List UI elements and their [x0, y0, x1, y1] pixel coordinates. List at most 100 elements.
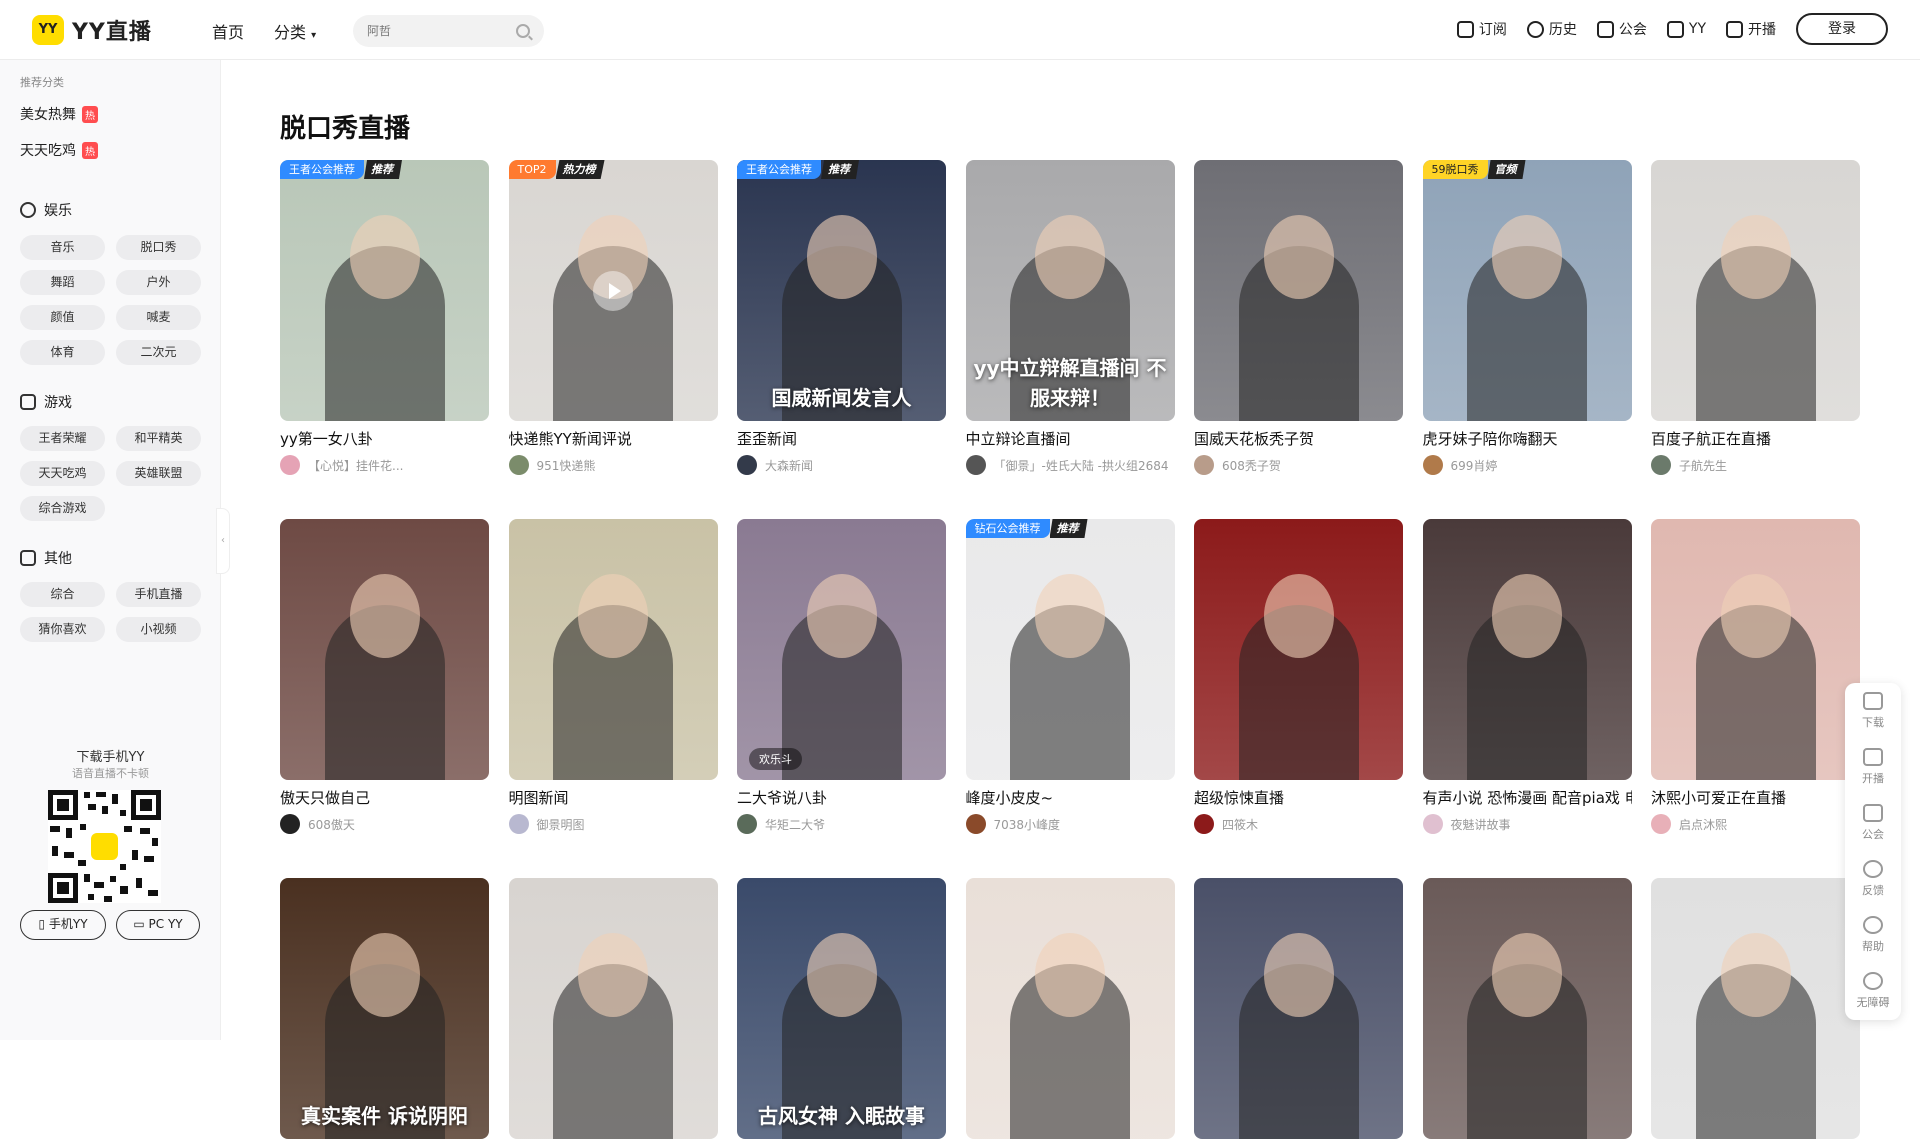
stream-thumbnail[interactable]: TOP2 热力榜 — [508, 160, 718, 421]
room-title[interactable]: 虎牙妹子陪你嗨翻天 — [1423, 428, 1632, 449]
tag-dance[interactable]: 舞蹈 — [20, 270, 105, 295]
live-room-card[interactable]: 真实案件 诉说阴阳 — [280, 878, 489, 1139]
mobile-yy-button[interactable]: ▯ 手机YY — [20, 910, 106, 940]
sidebar-item-pubg[interactable]: 天天吃鸡热 — [20, 140, 98, 160]
live-room-card[interactable]: 欢乐斗二大爷说八卦华矩二大爷 — [737, 519, 946, 834]
tag-lol[interactable]: 英雄联盟 — [116, 461, 201, 486]
anchor-name[interactable]: 「御景」-姓氏大陆 -拱火组2684 — [994, 457, 1169, 474]
anchor-name[interactable]: 608傲天 — [308, 816, 355, 833]
anchor-name[interactable]: 子航先生 — [1679, 457, 1727, 474]
stream-thumbnail[interactable] — [1651, 878, 1860, 1139]
tag-pubg[interactable]: 天天吃鸡 — [20, 461, 105, 486]
tag-mc[interactable]: 喊麦 — [116, 305, 201, 330]
float-guild-button[interactable]: 公会 — [1845, 795, 1901, 851]
room-title[interactable]: 百度子航正在直播 — [1651, 428, 1860, 449]
room-title[interactable]: 歪歪新闻 — [737, 428, 946, 449]
play-icon[interactable] — [593, 270, 633, 311]
search-input[interactable] — [353, 15, 503, 47]
live-room-card[interactable]: 国威天花板秃子贺 608秃子贺 — [1194, 160, 1403, 475]
avatar[interactable] — [737, 455, 757, 475]
tag-all-games[interactable]: 综合游戏 — [20, 496, 105, 521]
live-room-card[interactable]: 古风女神 入眠故事 — [737, 878, 946, 1139]
avatar[interactable] — [1651, 814, 1671, 834]
tag-anime[interactable]: 二次元 — [116, 340, 201, 365]
avatar[interactable] — [280, 814, 300, 834]
live-room-card[interactable]: TOP2 热力榜 快递熊YY新闻评说 951快递熊 — [508, 160, 718, 475]
live-room-card[interactable] — [965, 878, 1175, 1139]
pc-yy-button[interactable]: ▭ PC YY — [116, 910, 200, 940]
stream-thumbnail[interactable] — [1422, 519, 1632, 780]
stream-thumbnail[interactable]: 钻石公会推荐 推荐 — [965, 519, 1175, 780]
avatar[interactable] — [965, 455, 986, 475]
search-icon[interactable] — [516, 24, 530, 38]
float-go-live-button[interactable]: 开播 — [1845, 739, 1901, 795]
tag-short-video[interactable]: 小视频 — [116, 617, 201, 642]
guild-button[interactable]: 公会 — [1596, 19, 1647, 39]
room-title[interactable]: 二大爷说八卦 — [737, 787, 946, 808]
stream-thumbnail[interactable]: 真实案件 诉说阴阳 — [280, 878, 489, 1139]
stream-thumbnail[interactable]: 欢乐斗 — [737, 519, 946, 780]
avatar[interactable] — [1651, 455, 1671, 475]
avatar[interactable] — [508, 814, 529, 834]
sidebar-item-dance[interactable]: 美女热舞热 — [20, 104, 98, 124]
anchor-name[interactable]: 608秃子贺 — [1222, 457, 1281, 474]
room-title[interactable]: 有声小说 恐怖漫画 配音pia戏 电 — [1423, 787, 1632, 808]
feedback-button[interactable]: 反馈 — [1845, 851, 1901, 907]
room-title[interactable]: 明图新闻 — [509, 787, 718, 808]
live-room-card[interactable]: 超级惊悚直播 四筱木 — [1194, 519, 1403, 834]
tag-peace-elite[interactable]: 和平精英 — [116, 426, 201, 451]
tag-mobile-live[interactable]: 手机直播 — [116, 582, 201, 607]
stream-thumbnail[interactable] — [508, 519, 718, 780]
anchor-name[interactable]: 大森新闻 — [765, 457, 813, 474]
avatar[interactable] — [1422, 455, 1443, 475]
stream-thumbnail[interactable] — [1651, 160, 1860, 421]
live-room-card[interactable] — [1422, 878, 1632, 1139]
nav-home[interactable]: 首页 — [212, 19, 244, 43]
anchor-name[interactable]: 华矩二大爷 — [765, 816, 825, 833]
stream-thumbnail[interactable]: 王者公会推荐 推荐 国威新闻发言人 — [737, 160, 946, 421]
stream-thumbnail[interactable]: 59脱口秀 官频 — [1422, 160, 1632, 421]
yy-button[interactable]: YY — [1666, 20, 1706, 38]
live-room-card[interactable] — [1194, 878, 1403, 1139]
tag-honor-of-kings[interactable]: 王者荣耀 — [20, 426, 105, 451]
anchor-name[interactable]: 夜魅讲故事 — [1451, 816, 1511, 833]
live-room-card[interactable]: 59脱口秀 官频 虎牙妹子陪你嗨翻天 699肖婷 — [1422, 160, 1632, 475]
anchor-name[interactable]: 四筱木 — [1222, 816, 1258, 833]
go-live-button[interactable]: 开播 — [1726, 19, 1776, 39]
live-room-card[interactable]: 王者公会推荐 推荐 yy第一女八卦【心悦】挂件花... — [280, 160, 489, 475]
help-button[interactable]: 帮助 — [1845, 907, 1901, 963]
tag-talkshow[interactable]: 脱口秀 — [116, 235, 201, 260]
sidebar-collapse-handle[interactable]: ‹ — [216, 508, 230, 574]
history-button[interactable]: 历史 — [1526, 19, 1577, 39]
avatar[interactable] — [737, 814, 757, 834]
avatar[interactable] — [508, 455, 529, 475]
live-room-card[interactable] — [1651, 878, 1860, 1139]
live-room-card[interactable]: 有声小说 恐怖漫画 配音pia戏 电夜魅讲故事 — [1422, 519, 1632, 834]
anchor-name[interactable]: 【心悦】挂件花... — [308, 457, 403, 474]
login-button[interactable]: 登录 — [1796, 13, 1888, 45]
stream-thumbnail[interactable] — [508, 878, 718, 1139]
room-title[interactable]: 快递熊YY新闻评说 — [509, 428, 718, 449]
anchor-name[interactable]: 御景明图 — [537, 816, 585, 833]
tag-outdoor[interactable]: 户外 — [116, 270, 201, 295]
accessibility-button[interactable]: 无障碍 — [1845, 963, 1901, 1019]
room-title[interactable]: yy第一女八卦 — [280, 428, 489, 449]
live-room-card[interactable]: 明图新闻御景明图 — [508, 519, 718, 834]
avatar[interactable] — [1194, 455, 1214, 475]
tag-music[interactable]: 音乐 — [20, 235, 105, 260]
live-room-card[interactable]: yy中立辩解直播间 不服来辩！ 中立辩论直播间「御景」-姓氏大陆 -拱火组2684 — [965, 160, 1175, 475]
tag-guess-you-like[interactable]: 猜你喜欢 — [20, 617, 105, 642]
room-title[interactable]: 中立辩论直播间 — [966, 428, 1175, 449]
stream-thumbnail[interactable]: yy中立辩解直播间 不服来辩！ — [965, 160, 1175, 421]
tag-sports[interactable]: 体育 — [20, 340, 105, 365]
stream-thumbnail[interactable]: 王者公会推荐 推荐 — [280, 160, 489, 421]
room-title[interactable]: 国威天花板秃子贺 — [1194, 428, 1403, 449]
live-room-card[interactable]: 傲天只做自己 608傲天 — [280, 519, 489, 834]
live-room-card[interactable]: 王者公会推荐 推荐 国威新闻发言人歪歪新闻大森新闻 — [737, 160, 946, 475]
live-room-card[interactable]: 沐熙小可爱正在直播 启点沐熙 — [1651, 519, 1860, 834]
subscribe-button[interactable]: 订阅 — [1456, 19, 1507, 39]
anchor-name[interactable]: 启点沐熙 — [1679, 816, 1727, 833]
stream-thumbnail[interactable] — [280, 519, 489, 780]
tag-general[interactable]: 综合 — [20, 582, 105, 607]
stream-thumbnail[interactable] — [1651, 519, 1860, 780]
